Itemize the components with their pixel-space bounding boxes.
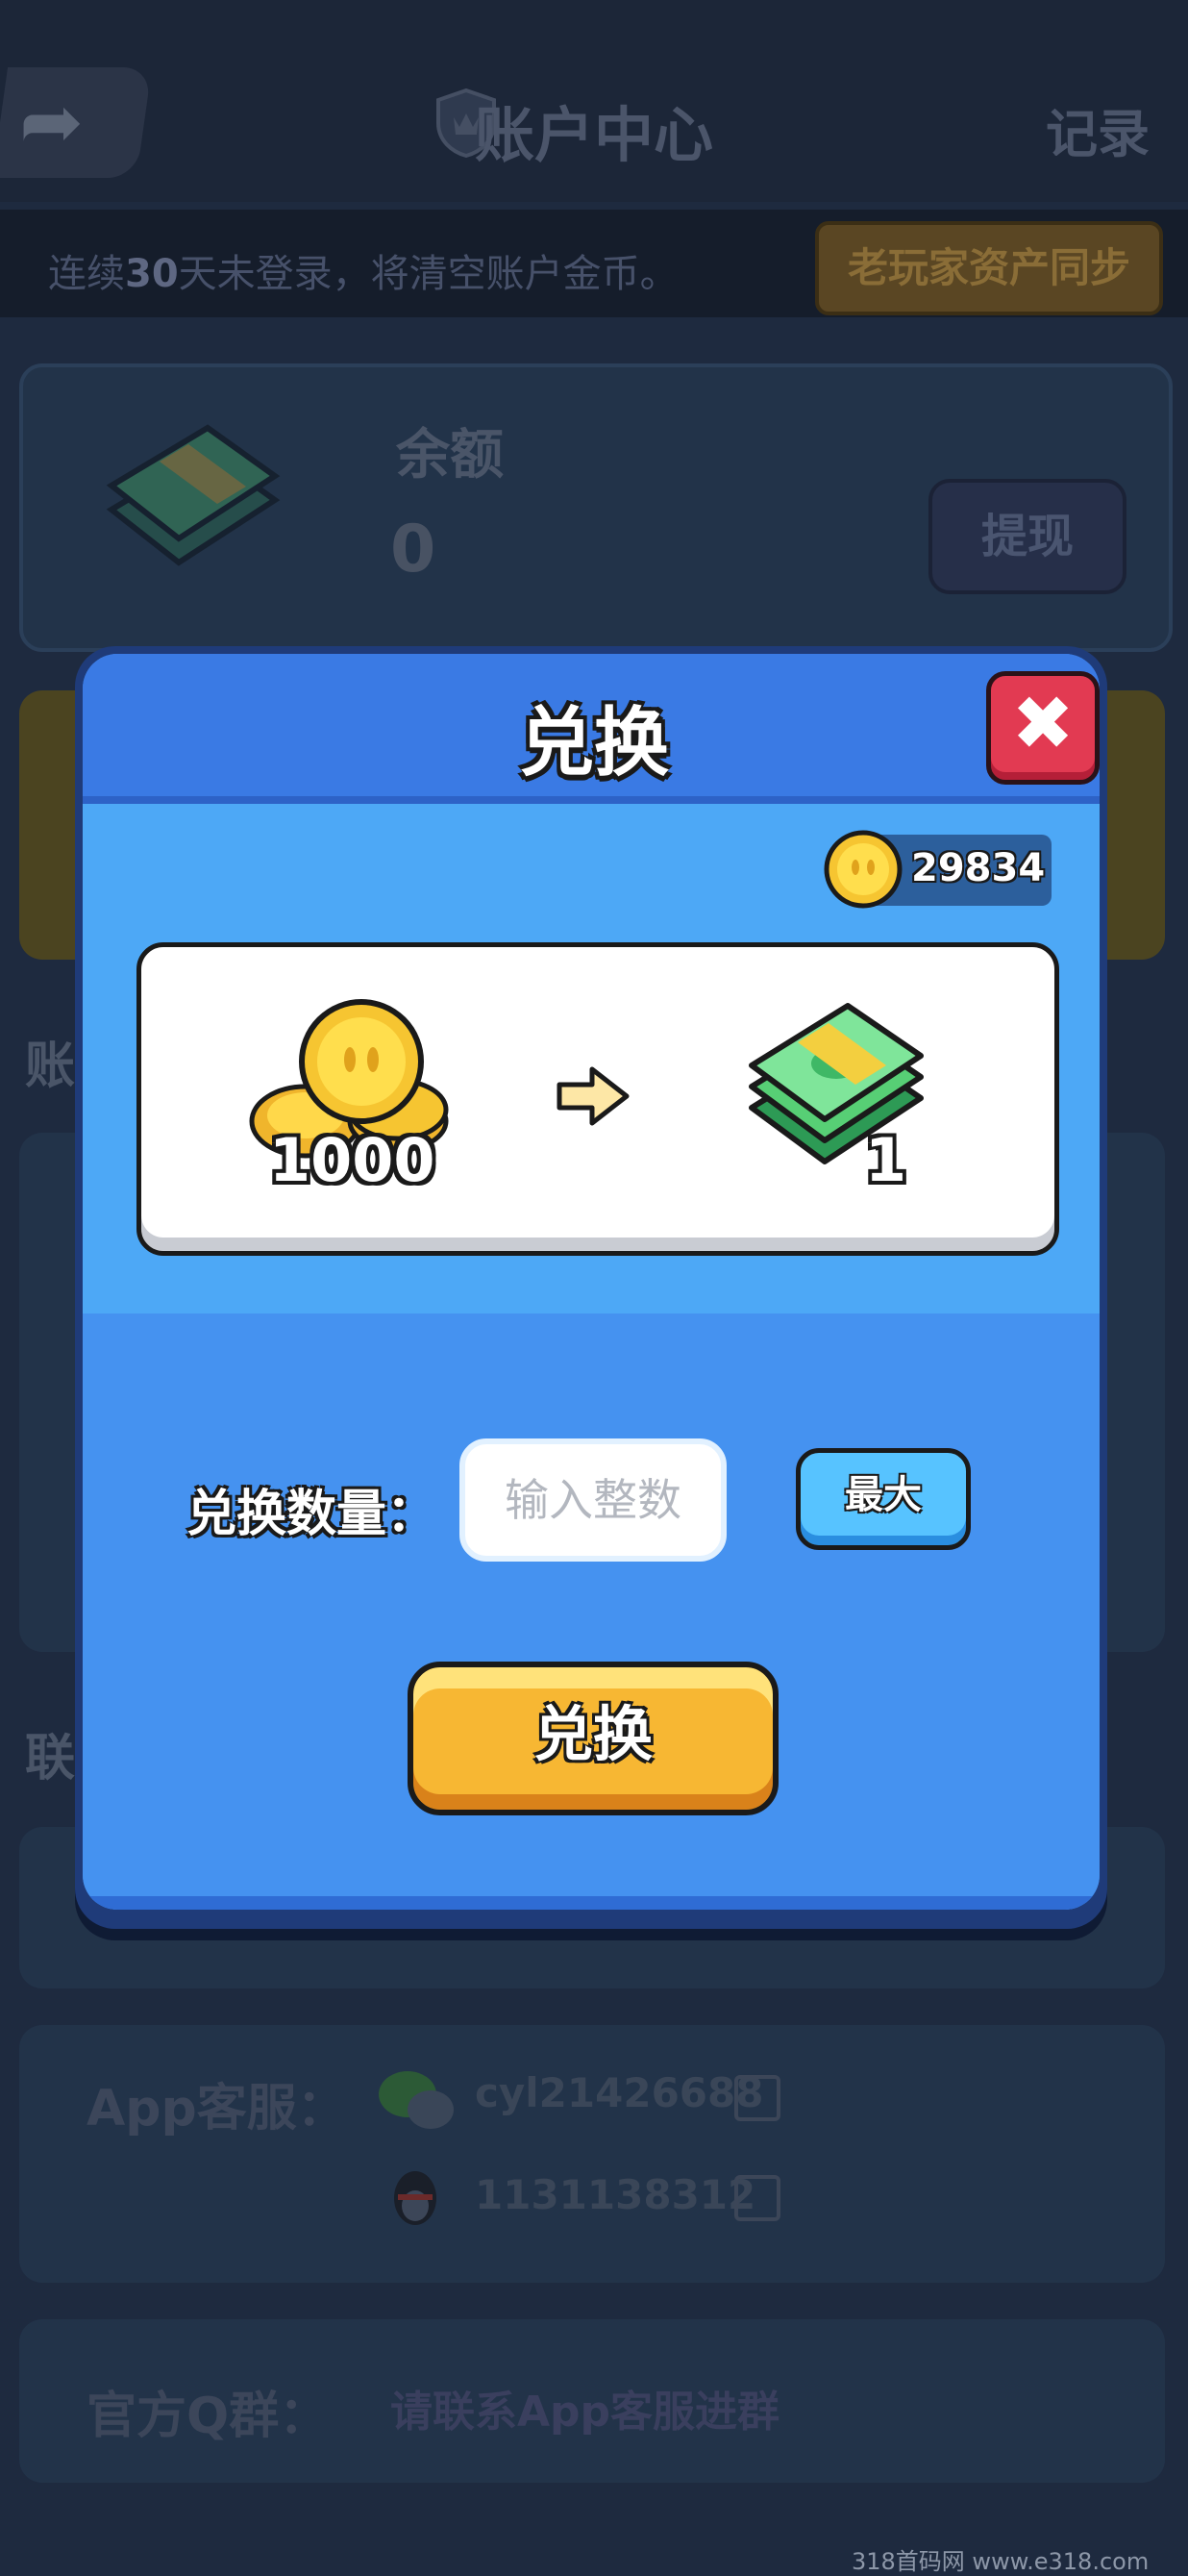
asset-sync-button[interactable]: 老玩家资产同步	[815, 221, 1163, 315]
modal-input-area	[83, 1313, 1100, 1910]
qq-penguin-icon	[394, 2171, 436, 2225]
official-group-label: 官方Q群：	[87, 2388, 330, 2445]
exchange-button[interactable]: 兑换	[408, 1662, 779, 1815]
withdraw-button[interactable]: 提现	[928, 479, 1126, 594]
coins-amount: 1000	[269, 1125, 435, 1195]
quantity-input[interactable]	[459, 1438, 727, 1562]
max-button[interactable]: 最大	[796, 1448, 971, 1550]
app-support-panel	[19, 2025, 1165, 2283]
notice-text: 连续30天未登录，将清空账户金币。	[48, 252, 679, 296]
balance-label: 余额	[396, 424, 504, 487]
official-group-text: 请联系App客服进群	[390, 2388, 780, 2437]
close-x-icon: ✖	[1011, 681, 1075, 767]
quantity-label: 兑换数量：	[186, 1486, 437, 1543]
cash-amount: 1	[865, 1125, 907, 1195]
copy-icon[interactable]	[734, 2075, 780, 2121]
balance-value: 0	[390, 512, 436, 588]
wechat-icon	[379, 2071, 454, 2129]
close-button[interactable]: ✖	[986, 671, 1100, 785]
page-title: 账户中心	[474, 100, 713, 170]
copy-icon[interactable]	[734, 2175, 780, 2221]
modal-header-divider	[83, 796, 1100, 804]
right-arrow-icon	[557, 1066, 630, 1126]
contact-section-label: 联	[25, 1730, 76, 1788]
cash-stack-icon	[106, 424, 281, 566]
app-support-label: App客服：	[87, 2080, 347, 2138]
max-button-label: 最大	[845, 1473, 922, 1517]
modal-bottom-edge	[83, 1896, 1100, 1910]
coin-balance-value: 29834	[911, 846, 1046, 890]
qq-id: 1131138312	[475, 2171, 756, 2218]
wechat-id: cyl21426688	[475, 2069, 764, 2116]
gold-coin-icon	[824, 830, 903, 909]
record-link[interactable]: 记录	[1046, 91, 1150, 167]
account-section-label: 账	[25, 1038, 76, 1095]
exchange-button-label: 兑换	[532, 1699, 653, 1769]
watermark: 318首码网 www.e318.com	[852, 2548, 1150, 2575]
